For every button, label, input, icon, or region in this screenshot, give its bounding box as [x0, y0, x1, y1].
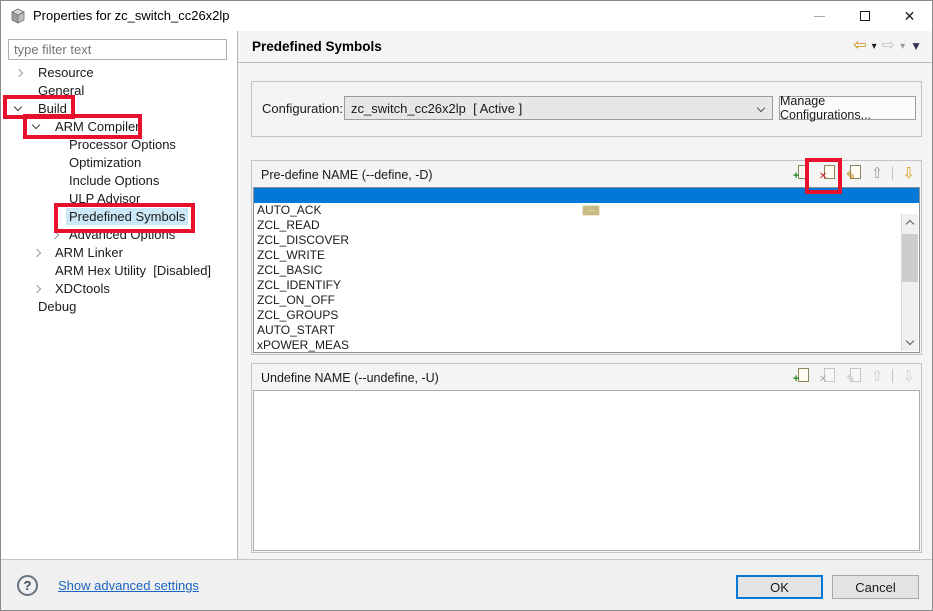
predefine-label: Pre-define NAME (--define, -D)	[261, 168, 433, 182]
tree-item-optimization[interactable]: Optimization	[1, 154, 237, 172]
tree-item-processor-options[interactable]: Processor Options	[1, 136, 237, 154]
undefine-label: Undefine NAME (--undefine, -U)	[261, 371, 439, 385]
move-down-icon: ⇩	[902, 368, 915, 385]
tree-item-arm-compiler[interactable]: ARM Compiler	[1, 118, 237, 136]
tree-label: Include Options	[69, 173, 159, 188]
chevron-right-icon[interactable]	[33, 249, 41, 257]
page-title: Predefined Symbols	[252, 39, 382, 54]
back-icon[interactable]: ⇦	[853, 37, 866, 55]
manage-configurations-button[interactable]: Manage Configurations...	[779, 96, 916, 120]
tree-item-general[interactable]: General	[1, 82, 237, 100]
tree-label-selected: Predefined Symbols	[66, 208, 188, 225]
tree-item-arm-linker[interactable]: ARM Linker	[1, 244, 237, 262]
predefine-group: Pre-define NAME (--define, -D) + ✕ ✎ ⇧ ⇩…	[251, 160, 922, 355]
properties-dialog: Properties for zc_switch_cc26x2lp ✕ Reso…	[0, 0, 933, 611]
list-item[interactable]: xPOWER_MEAS	[254, 338, 919, 353]
tree-label: Processor Options	[69, 137, 176, 152]
list-item[interactable]: ZCL_WRITE	[254, 248, 919, 263]
delete-symbol-icon: ✕	[819, 367, 836, 385]
toolbar-separator	[892, 166, 893, 180]
predefine-list: ${COM_TI_SIMPLELINK_CC26X2_SDK_SYMBOLS}·…	[253, 187, 920, 353]
tree-label: ARM Linker	[55, 245, 123, 260]
minimize-icon[interactable]	[797, 1, 842, 31]
tree-label: ARM Hex Utility [Disabled]	[55, 263, 211, 278]
configuration-select[interactable]: zc_switch_cc26x2lp [ Active ]	[344, 96, 773, 120]
tree-item-resource[interactable]: Resource	[1, 64, 237, 82]
window-title: Properties for zc_switch_cc26x2lp	[33, 8, 230, 23]
tree-item-ulp-advisor[interactable]: ULP Advisor	[1, 190, 237, 208]
list-item[interactable]: AUTO_ACK	[254, 203, 919, 218]
filter-input[interactable]	[8, 39, 227, 60]
forward-icon[interactable]: ⇨	[882, 37, 895, 55]
help-icon[interactable]: ?	[17, 575, 38, 596]
tree-item-include-options[interactable]: Include Options	[1, 172, 237, 190]
tree-label: Optimization	[69, 155, 141, 170]
tree-label: ARM Compiler	[55, 119, 140, 134]
tree-label: Debug	[38, 299, 76, 314]
scrollbar-thumb[interactable]	[902, 234, 918, 282]
ok-button[interactable]: OK	[736, 575, 823, 599]
scroll-up-icon[interactable]	[902, 214, 918, 231]
header-nav: ⇦ ▾ ⇨ ▾ ▼	[853, 37, 922, 55]
configuration-group: Configuration: zc_switch_cc26x2lp [ Acti…	[251, 81, 922, 137]
chevron-down-icon[interactable]	[14, 103, 22, 111]
undefine-list[interactable]	[253, 390, 920, 551]
chevron-right-icon[interactable]	[33, 285, 41, 293]
list-item-selected[interactable]: ${COM_TI_SIMPLELINK_CC26X2_SDK_SYMBOLS}·…	[254, 188, 919, 203]
footer-bar: ? Show advanced settings OK Cancel	[1, 559, 932, 611]
navigation-panel: Resource General Build ARM Compiler Proc…	[1, 31, 237, 559]
undefine-group: Undefine NAME (--undefine, -U) + ✕ ✎ ⇧ ⇩	[251, 363, 922, 553]
list-item[interactable]: ZCL_READ	[254, 218, 919, 233]
tree-item-arm-hex-utility[interactable]: ARM Hex Utility [Disabled]	[1, 262, 237, 280]
move-up-icon: ⇧	[871, 368, 884, 385]
close-icon[interactable]: ✕	[887, 1, 932, 31]
chevron-down-icon[interactable]	[32, 121, 40, 129]
forward-dropdown-icon[interactable]: ▾	[900, 41, 905, 52]
main-panel: Predefined Symbols ⇦ ▾ ⇨ ▾ ▼ Configurati…	[238, 31, 933, 559]
app-cube-icon	[10, 8, 26, 24]
list-item[interactable]: ZCL_GROUPS	[254, 308, 919, 323]
move-down-icon[interactable]: ⇩	[902, 165, 915, 182]
maximize-icon[interactable]	[842, 1, 887, 31]
tree-label: General	[38, 83, 84, 98]
tree-label: Build	[38, 101, 67, 116]
tree-item-debug[interactable]: Debug	[1, 298, 237, 316]
panel-header: Predefined Symbols ⇦ ▾ ⇨ ▾ ▼	[238, 31, 933, 63]
configuration-value: zc_switch_cc26x2lp [ Active ]	[351, 101, 522, 116]
add-symbol-icon[interactable]: +	[793, 367, 810, 385]
predefine-toolbar: + ✕ ✎ ⇧ ⇩	[793, 164, 915, 182]
list-item[interactable]: ZCL_DISCOVER	[254, 233, 919, 248]
tree-item-predefined-symbols[interactable]: Predefined Symbols	[1, 208, 237, 226]
delete-symbol-icon[interactable]: ✕	[819, 164, 836, 182]
edit-symbol-icon: ✎	[845, 367, 862, 385]
back-dropdown-icon[interactable]: ▾	[872, 41, 877, 52]
view-menu-icon[interactable]: ▼	[910, 39, 922, 53]
cancel-button[interactable]: Cancel	[832, 575, 919, 599]
list-item[interactable]: AUTO_START	[254, 323, 919, 338]
tree-item-advanced-options[interactable]: Advanced Options	[1, 226, 237, 244]
configuration-label: Configuration:	[262, 101, 343, 116]
scroll-down-icon[interactable]	[902, 334, 918, 351]
add-symbol-icon[interactable]: +	[793, 164, 810, 182]
undefine-toolbar: + ✕ ✎ ⇧ ⇩	[793, 367, 915, 385]
edit-symbol-icon[interactable]: ✎	[845, 164, 862, 182]
tree-label: ULP Advisor	[69, 191, 140, 206]
tree-label: Resource	[38, 65, 94, 80]
vertical-scrollbar[interactable]	[901, 214, 918, 351]
tree-label: XDCtools	[55, 281, 110, 296]
tree-item-xdctools[interactable]: XDCtools	[1, 280, 237, 298]
list-item[interactable]: ZCL_ON_OFF	[254, 293, 919, 308]
show-advanced-settings-link[interactable]: Show advanced settings	[58, 578, 199, 593]
move-up-icon[interactable]: ⇧	[871, 165, 884, 182]
chevron-down-icon	[757, 104, 765, 112]
list-item[interactable]: ZCL_IDENTIFY	[254, 278, 919, 293]
tree-item-build[interactable]: Build	[1, 100, 237, 118]
chevron-right-icon[interactable]	[51, 231, 59, 239]
tree-label: Advanced Options	[69, 227, 175, 242]
title-bar: Properties for zc_switch_cc26x2lp ✕	[1, 1, 932, 31]
toolbar-separator	[892, 369, 893, 383]
list-item[interactable]: ZCL_BASIC	[254, 263, 919, 278]
chevron-right-icon[interactable]	[15, 69, 23, 77]
